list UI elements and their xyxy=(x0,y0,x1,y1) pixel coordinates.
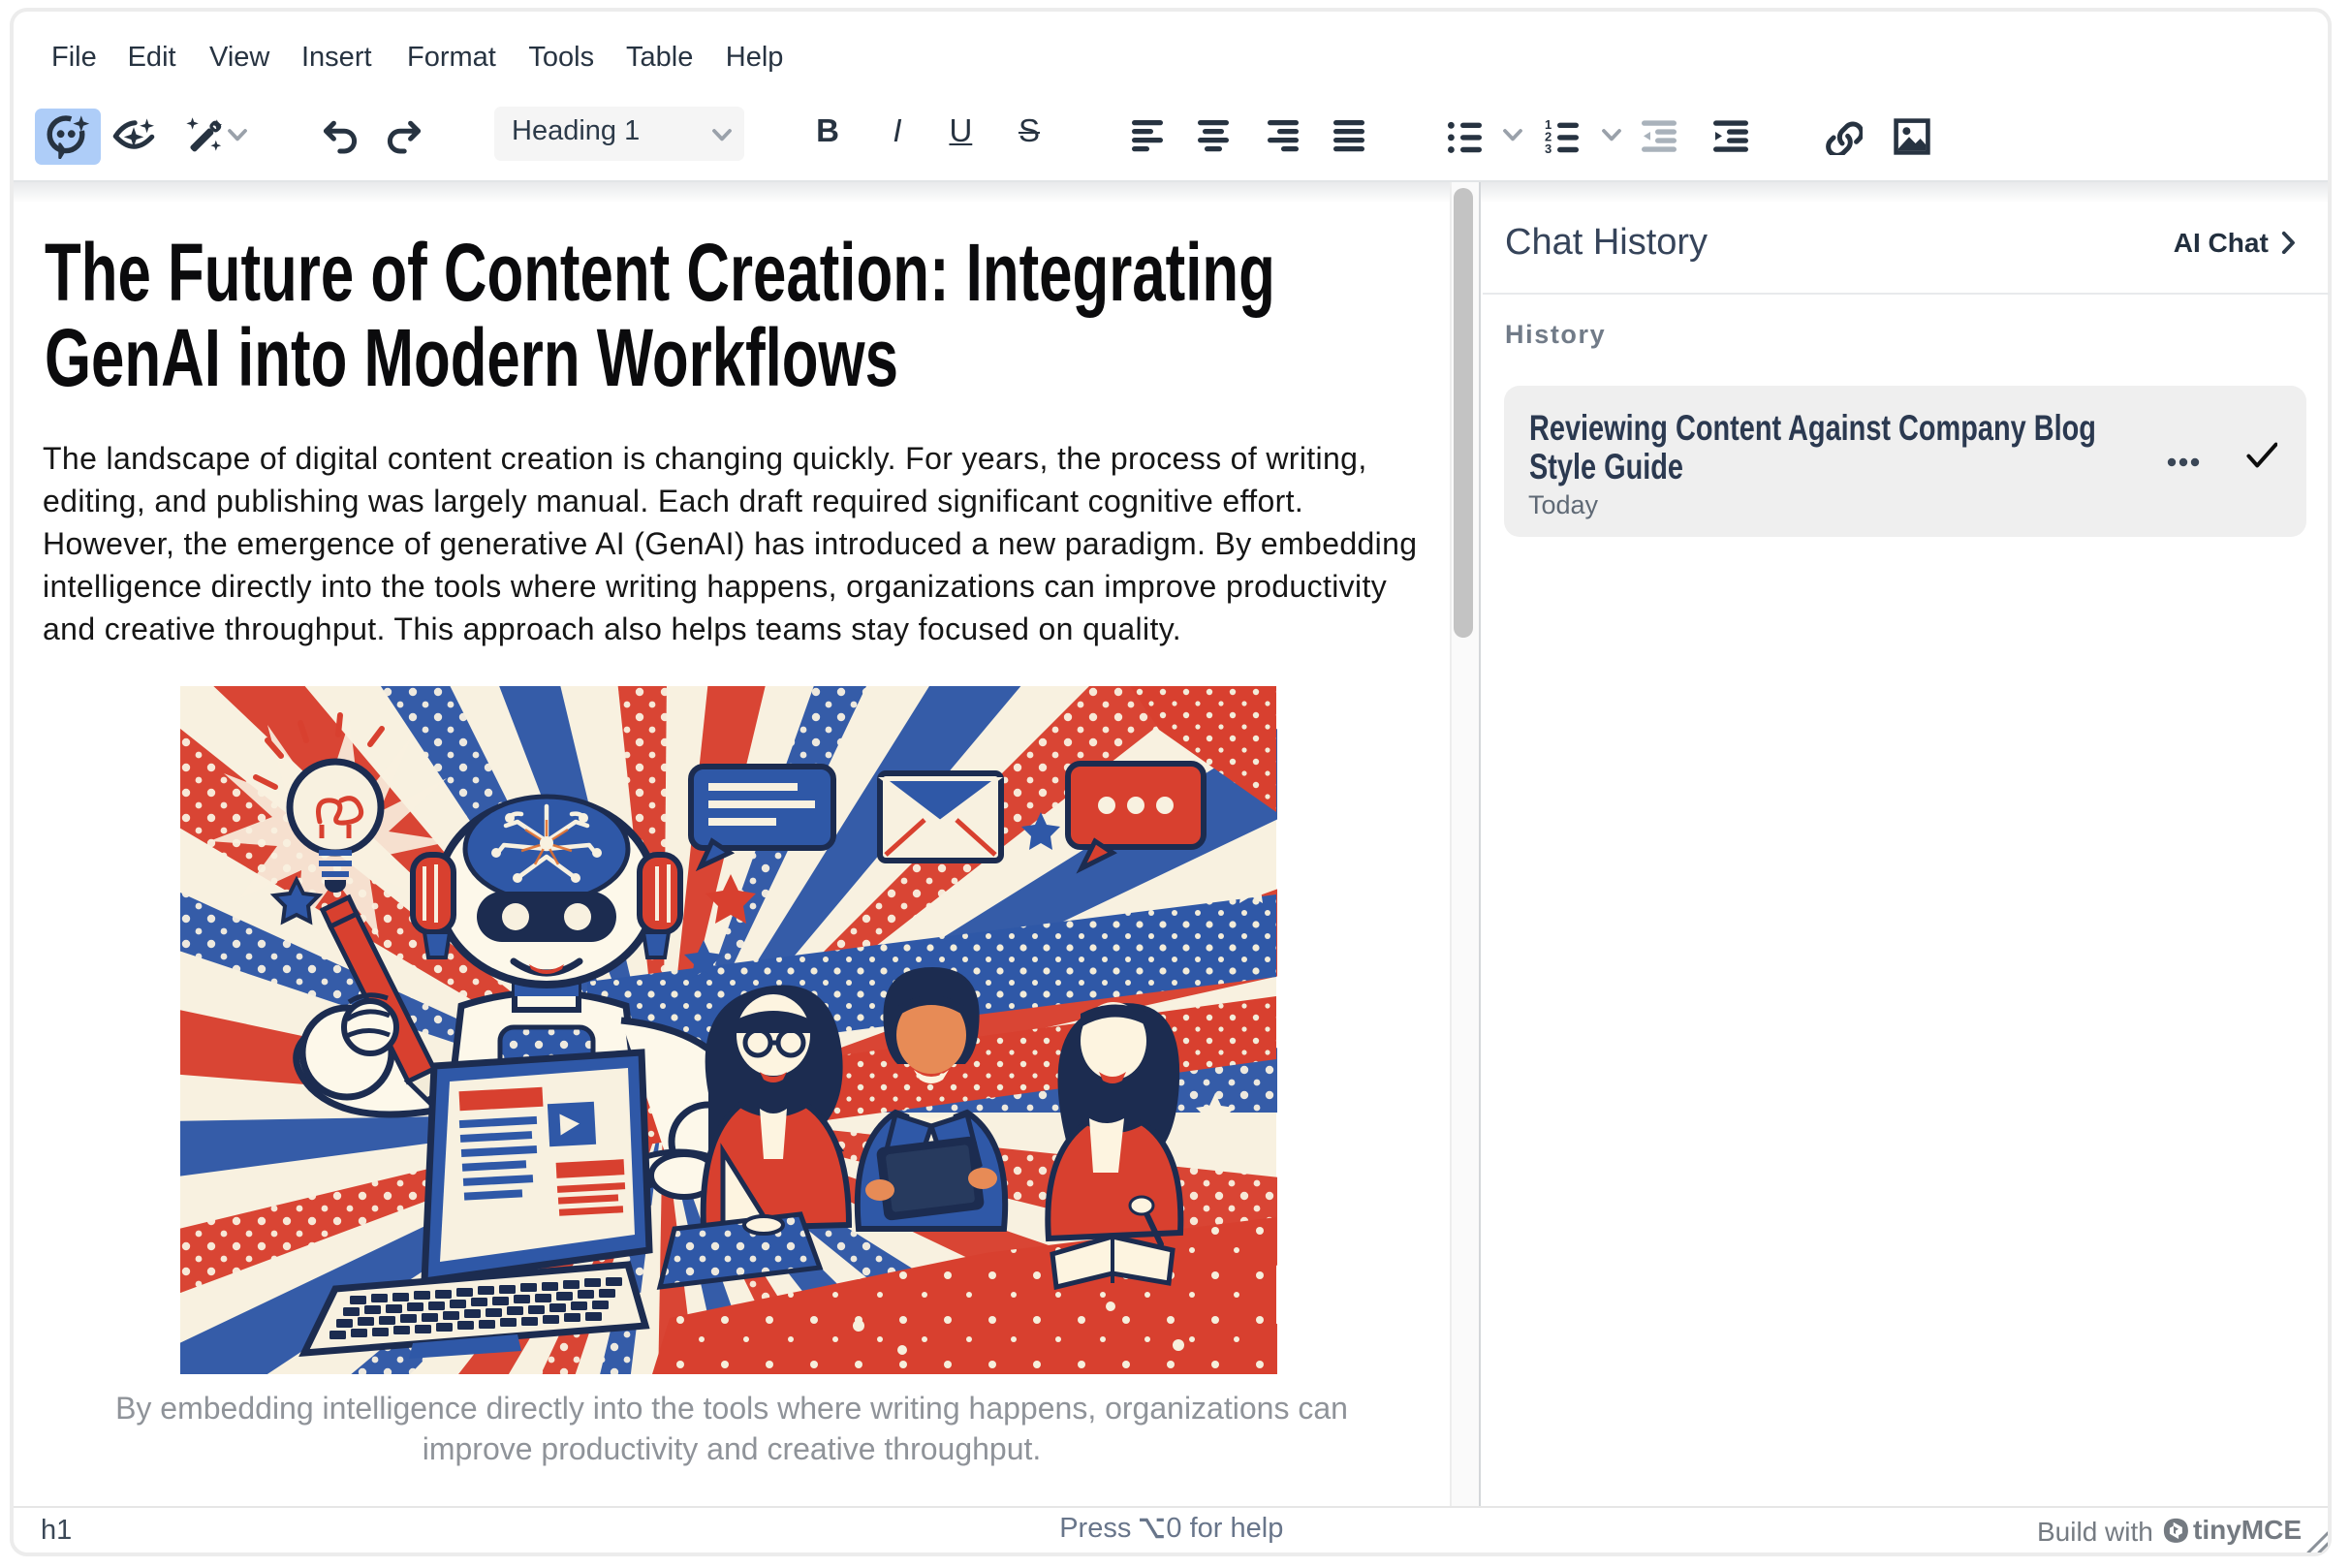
svg-text:3: 3 xyxy=(1545,141,1552,153)
